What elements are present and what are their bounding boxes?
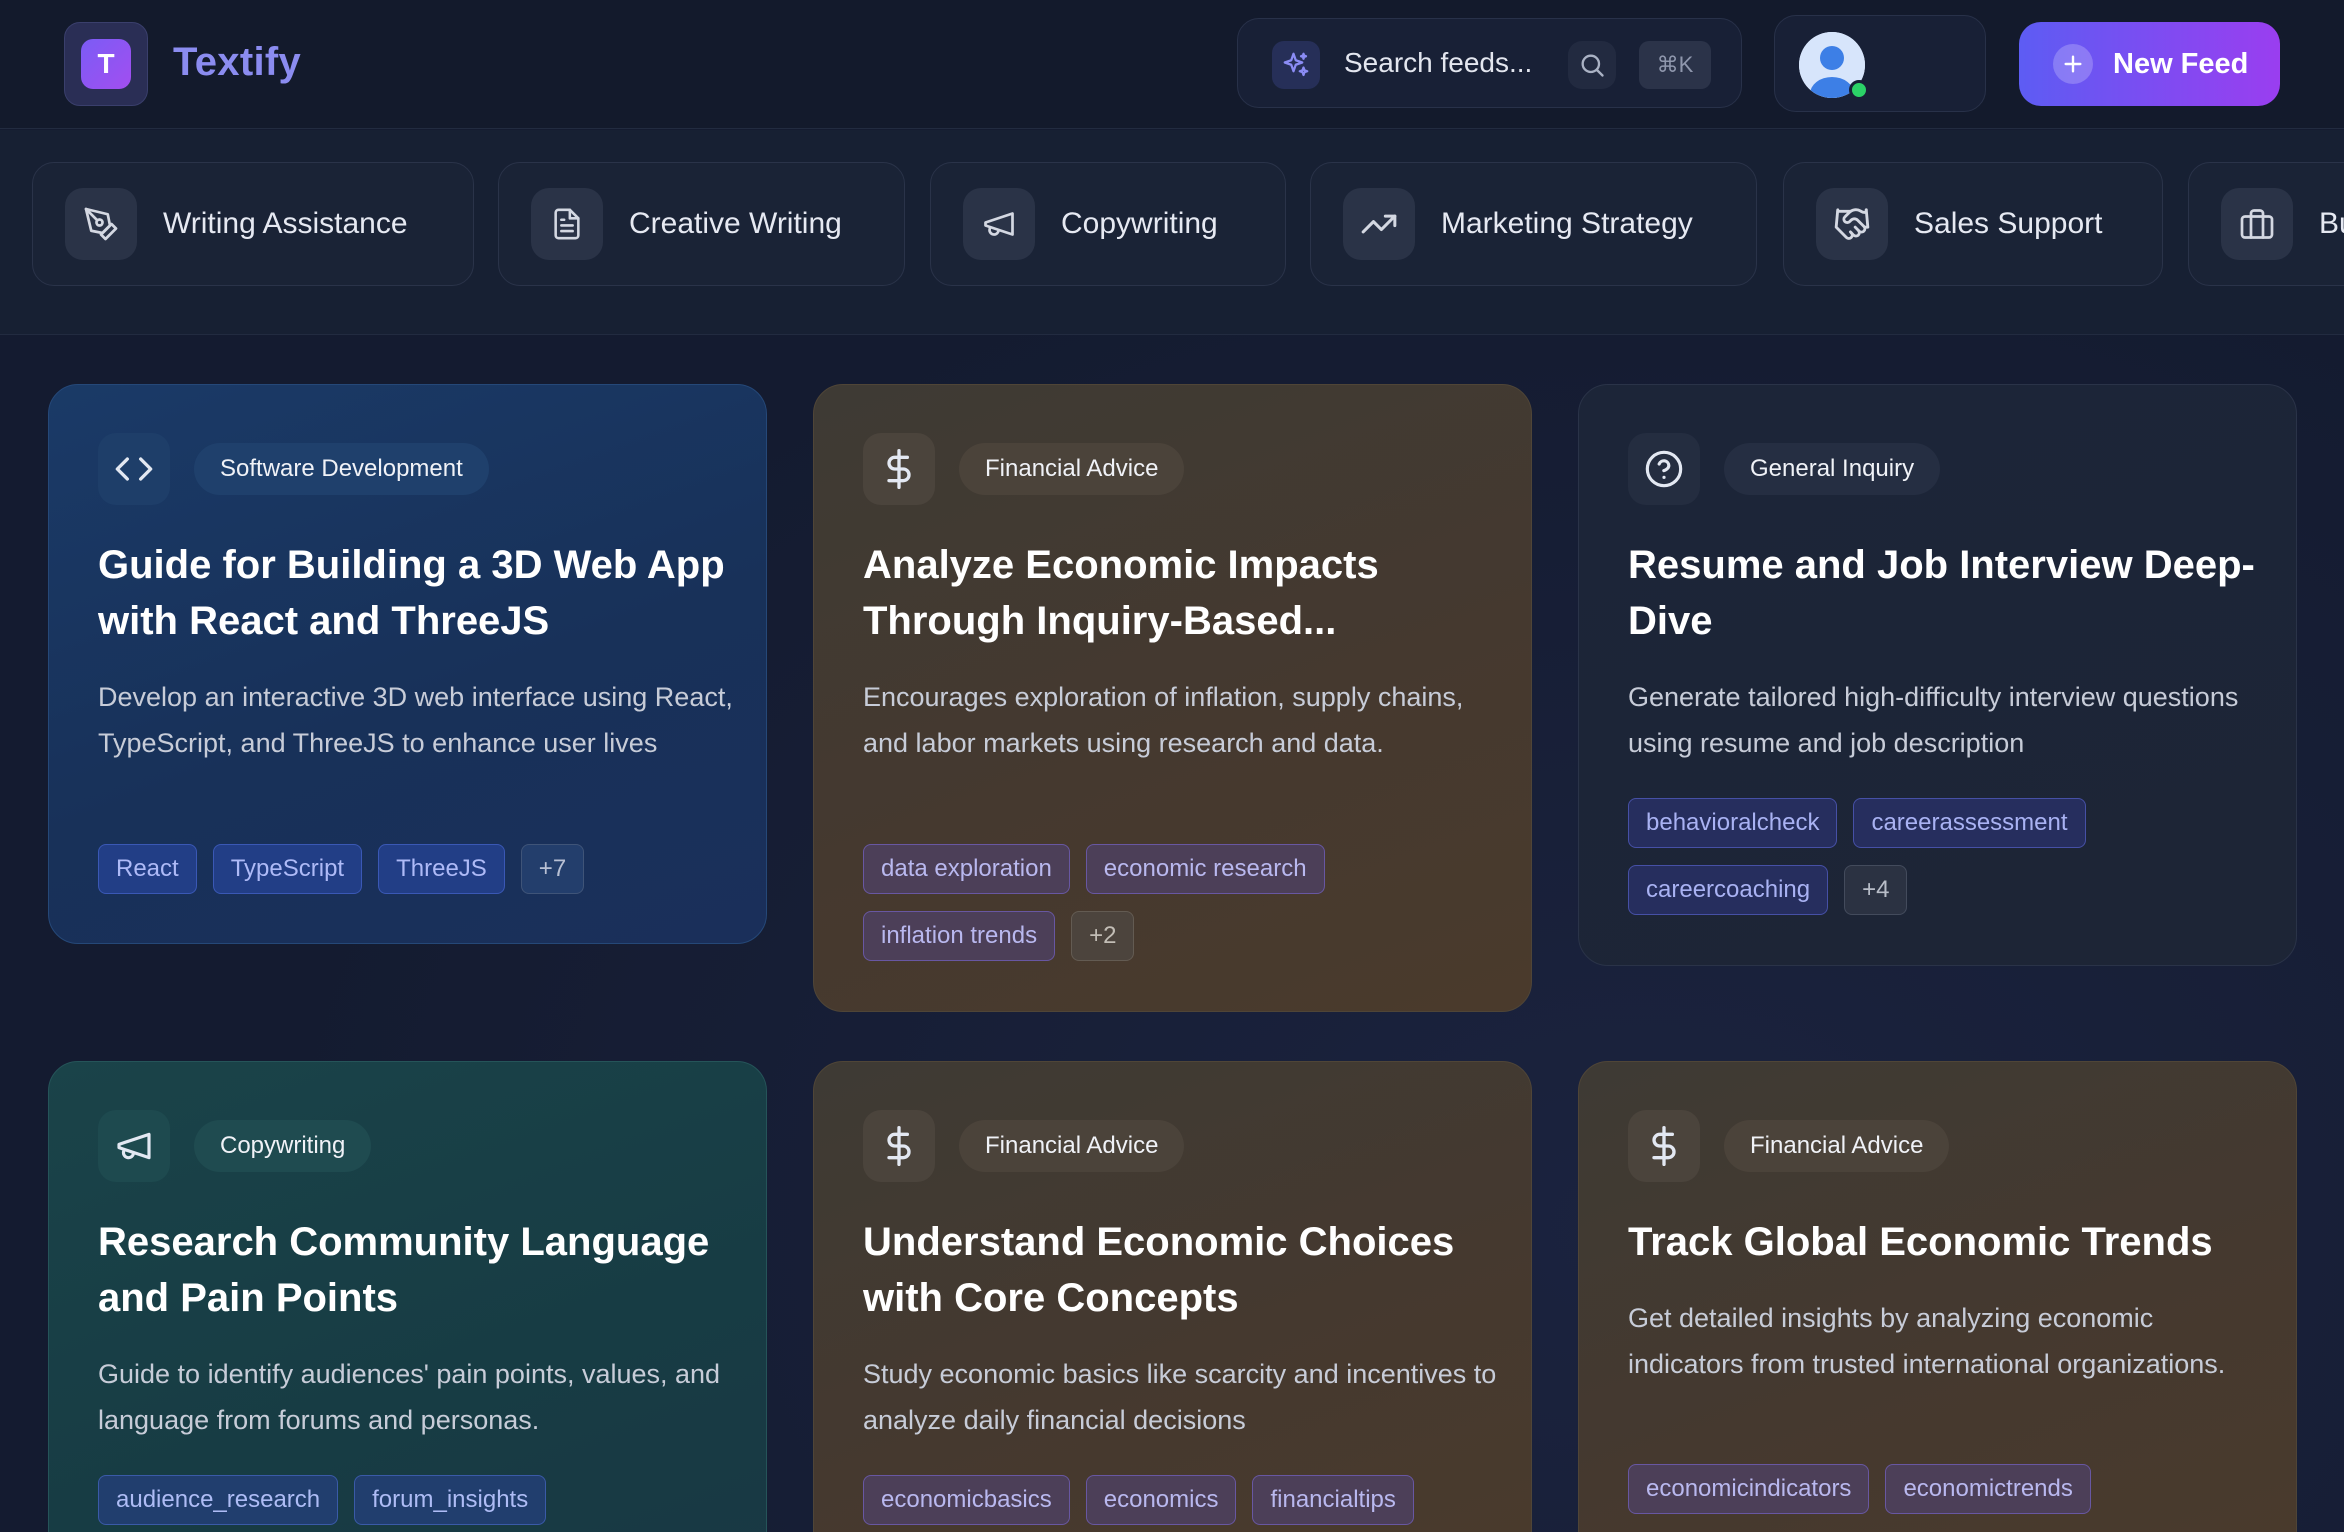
tag[interactable]: behavioralcheck — [1628, 798, 1838, 848]
sparkle-icon — [1272, 41, 1320, 89]
category-writing-assistance[interactable]: Writing Assistance — [32, 162, 474, 286]
card-title[interactable]: Understand Economic Choices with Core Co… — [863, 1214, 1503, 1326]
category-bar: Writing Assistance Creative Writing Copy… — [0, 130, 2344, 335]
feed-card[interactable]: Financial Advice Analyze Economic Impact… — [813, 384, 1532, 1012]
logo-letter: T — [81, 39, 131, 89]
dollar-icon — [1628, 1110, 1700, 1182]
tag[interactable]: careerassessment — [1853, 798, 2086, 848]
tag[interactable]: data exploration — [863, 844, 1070, 894]
category-label: Writing Assistance — [163, 207, 408, 240]
card-title[interactable]: Research Community Language and Pain Poi… — [98, 1214, 738, 1326]
tag[interactable]: economic research — [1085, 844, 1325, 894]
tag[interactable]: forum_insights — [354, 1475, 547, 1525]
more-tags-badge[interactable]: +4 — [1844, 865, 1908, 915]
category-label: Marketing Strategy — [1441, 207, 1693, 240]
card-description: Develop an interactive 3D web interface … — [98, 682, 733, 758]
document-icon — [531, 188, 603, 260]
search-input[interactable]: Search feeds... — [1344, 47, 1532, 79]
card-tags: data exploration economic research infla… — [863, 844, 1503, 961]
tag[interactable]: careercoaching — [1628, 865, 1829, 915]
tag[interactable]: financialtips — [1252, 1475, 1414, 1525]
card-description: Get detailed insights by analyzing econo… — [1628, 1303, 2226, 1379]
card-description: Guide to identify audiences' pain points… — [98, 1359, 721, 1435]
card-category-badge: General Inquiry — [1724, 443, 1941, 495]
tag[interactable]: economicindicators — [1628, 1464, 1870, 1514]
code-icon — [98, 433, 170, 505]
briefcase-icon — [2221, 188, 2293, 260]
feed-card[interactable]: Copywriting Research Community Language … — [48, 1061, 767, 1532]
category-label: Sales Support — [1914, 207, 2103, 240]
card-description: Encourages exploration of inflation, sup… — [863, 682, 1464, 758]
feed-card[interactable]: Financial Advice Track Global Economic T… — [1578, 1061, 2297, 1532]
handshake-icon — [1816, 188, 1888, 260]
category-label: Copywriting — [1061, 207, 1218, 240]
search-bar[interactable]: Search feeds... ⌘K — [1237, 18, 1742, 108]
tag[interactable]: audience_research — [98, 1475, 339, 1525]
top-header: T Textify Search feeds... ⌘K New Feed — [0, 0, 2344, 129]
category-label: Bu — [2319, 207, 2344, 240]
dollar-icon — [863, 1110, 935, 1182]
tag[interactable]: React — [98, 844, 197, 894]
card-tags: audience_research forum_insights — [98, 1475, 738, 1525]
tag[interactable]: economics — [1085, 1475, 1237, 1525]
card-category-badge: Financial Advice — [959, 443, 1185, 495]
tag[interactable]: economictrends — [1885, 1464, 2091, 1514]
megaphone-icon — [963, 188, 1035, 260]
card-tags: economicindicators economictrends — [1628, 1464, 2268, 1514]
card-title[interactable]: Analyze Economic Impacts Through Inquiry… — [863, 537, 1503, 649]
search-icon[interactable] — [1568, 41, 1616, 89]
trending-up-icon — [1343, 188, 1415, 260]
dollar-icon — [863, 433, 935, 505]
card-category-badge: Software Development — [194, 443, 489, 495]
tag[interactable]: inflation trends — [863, 911, 1056, 961]
card-title[interactable]: Track Global Economic Trends — [1628, 1214, 2268, 1270]
new-feed-button[interactable]: New Feed — [2019, 22, 2280, 106]
tag[interactable]: TypeScript — [212, 844, 363, 894]
card-description: Generate tailored high-difficulty interv… — [1628, 682, 2239, 758]
category-copywriting[interactable]: Copywriting — [930, 162, 1286, 286]
card-category-badge: Financial Advice — [959, 1120, 1185, 1172]
card-title[interactable]: Guide for Building a 3D Web App with Rea… — [98, 537, 738, 649]
category-creative-writing[interactable]: Creative Writing — [498, 162, 905, 286]
card-description: Study economic basics like scarcity and … — [863, 1359, 1497, 1435]
card-tags: economicbasics economics financialtips — [863, 1475, 1503, 1525]
new-feed-label: New Feed — [2113, 47, 2249, 80]
more-tags-badge[interactable]: +2 — [1071, 911, 1135, 961]
card-tags: behavioralcheck careerassessment careerc… — [1628, 798, 2268, 915]
feed-card[interactable]: Financial Advice Understand Economic Cho… — [813, 1061, 1532, 1532]
app-name: Textify — [173, 40, 302, 84]
tag[interactable]: ThreeJS — [378, 844, 505, 894]
more-tags-badge[interactable]: +7 — [520, 844, 585, 894]
card-tags: React TypeScript ThreeJS +7 — [98, 844, 738, 894]
category-bu[interactable]: Bu — [2188, 162, 2344, 286]
online-status-dot — [1849, 80, 1869, 100]
tag[interactable]: economicbasics — [863, 1475, 1070, 1525]
card-title[interactable]: Resume and Job Interview Deep-Dive — [1628, 537, 2268, 649]
megaphone-icon — [98, 1110, 170, 1182]
app-logo[interactable]: T — [64, 22, 148, 106]
help-circle-icon — [1628, 433, 1700, 505]
category-sales-support[interactable]: Sales Support — [1783, 162, 2163, 286]
pen-tool-icon — [65, 188, 137, 260]
feed-card[interactable]: General Inquiry Resume and Job Interview… — [1578, 384, 2297, 966]
category-label: Creative Writing — [629, 207, 842, 240]
shortcut-hint: ⌘K — [1639, 41, 1711, 89]
card-category-badge: Financial Advice — [1724, 1120, 1950, 1172]
feed-card[interactable]: Software Development Guide for Building … — [48, 384, 767, 944]
plus-icon — [2053, 44, 2093, 84]
user-menu[interactable] — [1774, 15, 1986, 112]
card-category-badge: Copywriting — [194, 1120, 372, 1172]
category-marketing-strategy[interactable]: Marketing Strategy — [1310, 162, 1757, 286]
